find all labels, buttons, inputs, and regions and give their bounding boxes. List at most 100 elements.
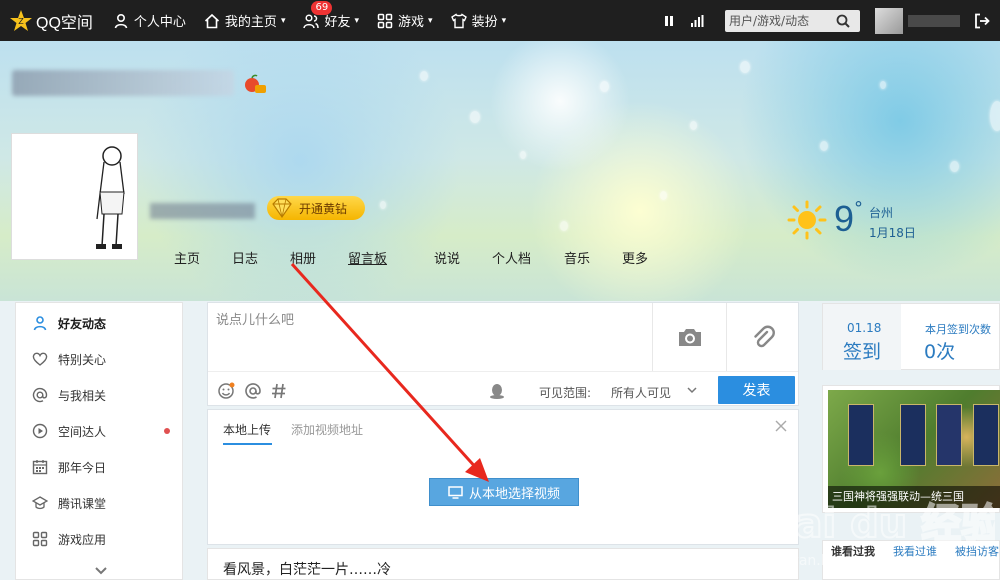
user-avatar[interactable] [875,8,903,34]
sidebar-item-on-this-day[interactable]: 那年今日 [16,449,182,485]
game-character-card [936,404,962,466]
weather-city: 台州 [869,206,894,220]
nav-personal-center[interactable]: 个人中心 [113,11,186,30]
sidebar-item-label: 游戏应用 [58,532,107,547]
play-circle-icon [32,423,48,439]
sun-icon [787,200,827,240]
temperature: 9 [834,198,855,239]
checkin-month-label: 本月签到次数 [925,323,991,336]
raindrop [420,71,428,81]
fruit-level-icon[interactable] [243,74,267,94]
logout-icon[interactable] [973,12,991,30]
search-box [725,10,860,32]
heart-icon [32,352,48,366]
anime-figure-illustration [96,146,125,249]
camera-icon [678,329,701,346]
raindrop [660,191,667,200]
sidebar-item-label: 好友动态 [58,316,107,331]
diamond-icon [272,198,292,219]
caret-down-icon: ▾ [501,15,507,26]
watermark-subtext: jingyan.baidu.com [765,553,894,569]
sidebar-item-label: 腾讯课堂 [58,496,107,511]
sidebar-item-tencent-classroom[interactable]: 腾讯课堂 [16,485,182,521]
watermark-text: Bai du 经验 [765,501,995,547]
apps-icon [32,531,48,547]
tab-profile[interactable]: 个人档 [492,248,564,267]
open-yellow-diamond-button[interactable]: 开通黄钻 [267,196,365,220]
nav-my-homepage[interactable]: 我的主页 ▾ [204,11,286,30]
shirt-icon [450,12,467,28]
game-character-card [848,404,874,466]
sidebar-item-friend-feed[interactable]: 好友动态 [16,305,182,341]
nav-label: 我的主页 [224,15,277,30]
add-link-button[interactable] [726,303,800,371]
checkin-widget: 01.18 签到 本月签到次数 0次 [822,303,1000,370]
hashtag-icon[interactable] [270,382,288,400]
tab-more[interactable]: 更多 [622,248,662,267]
sidebar-item-special-care[interactable]: 特别关心 [16,341,182,377]
post-textarea[interactable] [208,303,652,371]
close-icon[interactable] [775,420,787,432]
person-icon [114,13,128,28]
chevron-down-icon[interactable] [94,565,108,577]
qzone-logo[interactable]: Z QQ空间 [9,9,93,33]
search-input[interactable] [725,11,835,31]
feed-post-text: 看风景，白茫茫一片……冷 [207,548,799,580]
checkin-button[interactable]: 签到 [843,337,881,364]
raindrop [820,141,828,151]
raindrop [950,161,959,172]
friends-badge: 69 [311,1,333,15]
add-photo-button[interactable] [652,303,726,371]
post-button[interactable]: 发表 [718,376,795,404]
nav-label: 个人中心 [133,15,186,30]
game-advertisement[interactable]: 三国神将强强联动—统三国 [822,385,1000,513]
choose-video-label: 从本地选择视频 [468,486,560,502]
raindrop [520,151,526,159]
game-character-card [973,404,999,466]
sidebar-item-label: 那年今日 [58,460,107,475]
raindrop [740,61,750,73]
caret-down-icon: ▾ [354,15,360,26]
emoji-icon[interactable] [217,382,235,400]
degree-sign: ° [854,198,864,219]
user-name-blurred[interactable] [908,15,960,27]
mention-icon[interactable] [244,382,262,400]
graduation-icon [32,496,48,510]
person-outline-icon [33,316,47,331]
tab-shuoshuo[interactable]: 说说 [434,248,492,267]
sidebar-item-game-apps[interactable]: 游戏应用 [16,521,182,557]
checkin-count: 0次 [924,341,956,363]
logo-text: QQ空间 [36,14,93,32]
search-icon[interactable] [835,13,851,29]
vip-label: 开通黄钻 [299,201,348,216]
nav-dressup[interactable]: 装扮 ▾ [450,11,507,30]
top-navigation-bar: Z QQ空间 个人中心 我的主页 ▾ 69 好友 ▾ 游戏 ▾ 装扮 ▾ [0,0,1000,41]
visibility-select[interactable]: 所有人可见 [611,384,671,401]
game-screenshot-image: 三国神将强强联动—统三国 [828,390,1000,508]
raindrop [560,221,568,231]
tab-add-video-url[interactable]: 添加视频地址 [291,421,363,438]
nav-games[interactable]: 游戏 ▾ [377,11,433,30]
qq-penguin-icon[interactable] [488,382,506,400]
caret-down-icon: ▾ [280,15,286,26]
baidu-jingyan-watermark: Bai du 经验 jingyan.baidu.com [765,500,995,569]
tab-message-board[interactable]: 留言板 [348,248,434,267]
pause-icon[interactable] [662,14,676,28]
weather-location: 台州 1月18日 [869,203,916,243]
tab-local-upload[interactable]: 本地上传 [223,421,271,438]
tab-music[interactable]: 音乐 [564,248,622,267]
profile-avatar[interactable] [11,133,138,260]
weather-widget[interactable]: 9 ° 台州 1月18日 [786,199,916,243]
left-sidebar: 好友动态 特别关心 与我相关 空间达人 那年今日 腾讯课堂 游戏应用 [15,302,183,580]
tab-album[interactable]: 相册 [290,248,348,267]
post-composer: 可见范围: 所有人可见 发表 [207,302,799,406]
nav-friends[interactable]: 69 好友 ▾ [303,1,360,30]
composer-toolbar: 可见范围: 所有人可见 发表 [208,371,798,407]
choose-local-video-button[interactable]: 从本地选择视频 [429,478,579,506]
sidebar-item-related[interactable]: 与我相关 [16,377,182,413]
tab-home[interactable]: 主页 [174,248,232,267]
signal-bars-icon[interactable] [690,14,704,28]
chevron-down-icon[interactable] [686,385,698,395]
sidebar-item-space-expert[interactable]: 空间达人 [16,413,182,449]
tab-blog[interactable]: 日志 [232,248,290,267]
